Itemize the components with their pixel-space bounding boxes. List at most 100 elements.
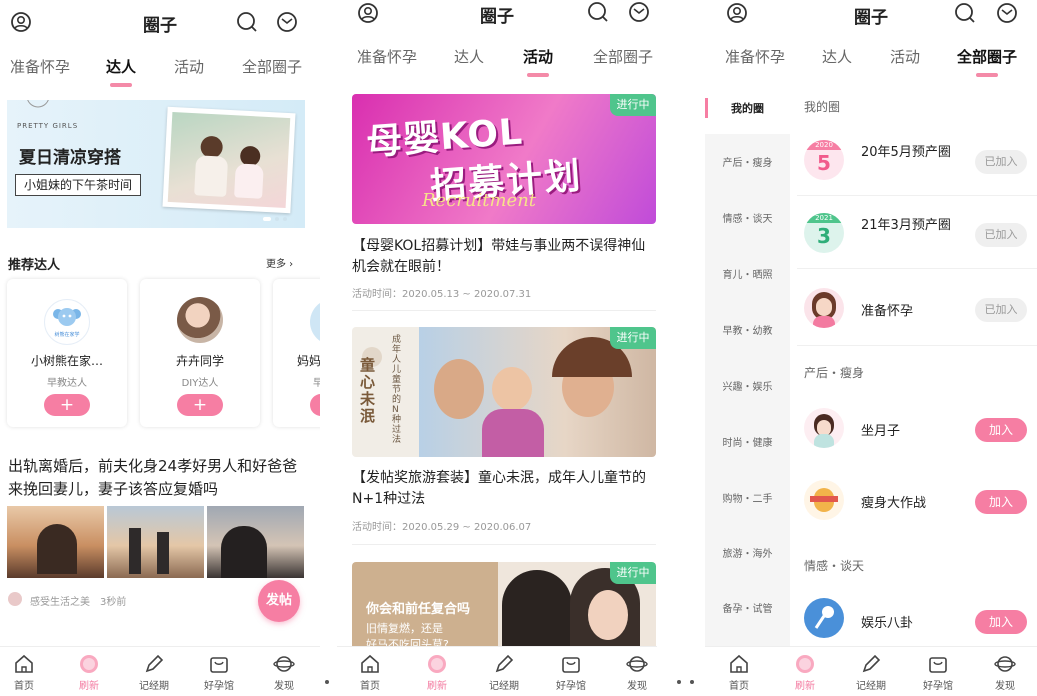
tab-label: 达人 — [454, 48, 485, 66]
nav-shop[interactable]: 好孕馆 — [189, 653, 249, 692]
expert-logo: 树熊在家学 — [44, 299, 90, 345]
sidebar-item-hobbies[interactable]: 兴趣・娱乐 — [705, 378, 790, 393]
message-icon[interactable] — [276, 11, 298, 33]
nav-refresh[interactable]: 刷新 — [59, 653, 119, 692]
nav-shop[interactable]: 好孕馆 — [541, 653, 601, 692]
nav-label: 首页 — [14, 681, 34, 692]
nav-period[interactable]: 记经期 — [124, 653, 184, 692]
badge-number: 3 — [817, 224, 831, 248]
follow-button[interactable]: + — [44, 394, 90, 416]
sidebar-item-my-circles[interactable]: 我的圈 — [705, 84, 790, 134]
nav-discover[interactable]: 发现 — [607, 653, 657, 692]
circle-row[interactable]: 坐月子 加入 — [797, 396, 1037, 462]
tab-experts[interactable]: 达人 — [822, 46, 852, 67]
joined-button[interactable]: 已加入 — [975, 223, 1027, 247]
sidebar-item-emotion[interactable]: 情感・谈天 — [705, 210, 790, 225]
sidebar-item-parenting[interactable]: 育儿・晒照 — [705, 266, 790, 281]
tab-all-circles[interactable]: 全部圈子 — [957, 46, 1017, 77]
activity-time: 活动时间：2020.05.13 ~ 2020.07.31 — [352, 285, 531, 300]
expert-name: 妈妈 — [297, 354, 320, 368]
tab-activities[interactable]: 活动 — [890, 46, 920, 67]
tab-label: 达人 — [822, 48, 853, 66]
tab-activities[interactable]: 活动 — [174, 56, 204, 77]
tab-prepare-pregnancy[interactable]: 准备怀孕 — [357, 46, 417, 67]
search-icon[interactable] — [954, 2, 976, 24]
sidebar-item-ivf[interactable]: 备孕・试管 — [705, 600, 790, 615]
compose-post-button[interactable]: 发帖 — [258, 580, 300, 622]
refresh-icon — [80, 655, 98, 673]
sidebar-item-shopping[interactable]: 购物・二手 — [705, 490, 790, 505]
nav-discover[interactable]: 发现 — [975, 653, 1035, 692]
join-button[interactable]: 加入 — [975, 610, 1027, 634]
separator-dot — [677, 680, 681, 684]
activity-title[interactable]: 【母婴KOL招募计划】带娃与事业两不误得神仙机会就在眼前！ — [352, 236, 656, 278]
join-button[interactable]: 加入 — [975, 418, 1027, 442]
badge-year: 2020 — [804, 140, 844, 150]
nav-home[interactable]: 首页 — [709, 653, 769, 692]
nav-discover[interactable]: 发现 — [254, 653, 314, 692]
expert-card[interactable]: 妈妈 早 + — [273, 279, 320, 427]
activity-banner[interactable]: 童心未泯 成年人儿童节的N种过法 进行中 — [352, 327, 656, 457]
activity-banner[interactable]: 你会和前任复合吗 旧情复燃，还是 好马不吃回头草? 进行中 — [352, 562, 656, 652]
nav-refresh[interactable]: 刷新 — [407, 653, 467, 692]
time-range: 2020.05.29 ~ 2020.06.07 — [402, 522, 532, 533]
activity-banner[interactable]: 母婴KOL 招募计划 Recruitment 进行中 — [352, 94, 656, 224]
tab-all-circles[interactable]: 全部圈子 — [242, 56, 302, 77]
tab-experts[interactable]: 达人 — [106, 56, 137, 87]
search-icon[interactable] — [236, 11, 258, 33]
circle-name: 20年5月预产圈 — [861, 145, 951, 160]
banner-title: 你会和前任复合吗 — [366, 602, 471, 617]
message-icon[interactable] — [996, 2, 1018, 24]
nav-label: 记经期 — [856, 681, 886, 692]
sidebar-item-fashion[interactable]: 时尚・健康 — [705, 434, 790, 449]
activity-title[interactable]: 【发帖奖旅游套装】童心未泯，成年人儿童节的N+1种过法 — [352, 468, 656, 510]
circle-row[interactable]: 2021 3 21年3月预产圈 已加入 — [797, 203, 1037, 269]
expert-card[interactable]: 卉卉同学 DIY达人 + — [140, 279, 260, 427]
follow-button[interactable]: + — [177, 394, 223, 416]
shop-bag-icon — [210, 657, 228, 673]
tab-activities[interactable]: 活动 — [523, 46, 553, 77]
banner-sub-line1: 旧情复燃，还是 — [366, 622, 443, 635]
tab-prepare-pregnancy[interactable]: 准备怀孕 — [10, 56, 70, 77]
koala-icon — [53, 308, 81, 326]
expert-card[interactable]: 树熊在家学 小树熊在家… 早教达人 + — [7, 279, 127, 427]
nav-label: 刷新 — [79, 681, 99, 692]
nav-period[interactable]: 记经期 — [474, 653, 534, 692]
section-title: 我的圈 — [804, 100, 841, 114]
home-icon — [15, 654, 33, 673]
post-title[interactable]: 出轨离婚后，前夫化身24孝好男人和好爸爸来挽回妻儿，妻子该答应复婚吗 — [8, 455, 300, 501]
expert-logo-text: 树熊在家学 — [54, 332, 80, 338]
more-link[interactable]: 更多 › — [266, 255, 293, 270]
follow-button[interactable]: + — [310, 394, 320, 416]
section-title: 产后・瘦身 — [804, 366, 865, 380]
sidebar-item-postpartum[interactable]: 产后・瘦身 — [705, 154, 790, 169]
joined-button[interactable]: 已加入 — [975, 150, 1027, 174]
message-icon[interactable] — [628, 1, 650, 23]
search-icon[interactable] — [587, 1, 609, 23]
joined-button[interactable]: 已加入 — [975, 298, 1027, 322]
tab-prepare-pregnancy[interactable]: 准备怀孕 — [725, 46, 785, 67]
nav-home[interactable]: 首页 — [340, 653, 400, 692]
circle-row[interactable]: 2020 5 20年5月预产圈 已加入 — [797, 130, 1037, 196]
decor-circle-icon — [27, 100, 49, 108]
post-time: 3秒前 — [100, 597, 127, 608]
planet-icon — [273, 656, 295, 672]
circle-name: 坐月子 — [861, 424, 901, 439]
tab-experts[interactable]: 达人 — [454, 46, 484, 67]
nav-home[interactable]: 首页 — [0, 653, 54, 692]
circle-row[interactable]: 准备怀孕 已加入 — [797, 276, 1037, 346]
promo-banner[interactable]: PRETTY GIRLS 夏日清凉穿搭 小姐妹的下午茶时间 — [7, 100, 305, 228]
tab-all-circles[interactable]: 全部圈子 — [593, 46, 653, 67]
nav-shop[interactable]: 好孕馆 — [908, 653, 968, 692]
join-button[interactable]: 加入 — [975, 490, 1027, 514]
nav-refresh[interactable]: 刷新 — [775, 653, 835, 692]
circle-row[interactable]: 娱乐八卦 加入 — [797, 588, 1037, 648]
tab-label: 达人 — [106, 58, 137, 76]
nav-period[interactable]: 记经期 — [841, 653, 901, 692]
circle-row[interactable]: 瘦身大作战 加入 — [797, 468, 1037, 534]
sidebar-item-early-education[interactable]: 早教・幼教 — [705, 322, 790, 337]
sidebar-item-travel[interactable]: 旅游・海外 — [705, 545, 790, 560]
badge-year: 2021 — [804, 213, 844, 223]
bottom-nav: 首页 刷新 记经期 好孕馆 发现 — [337, 646, 657, 696]
nav-label: 发现 — [627, 681, 647, 692]
